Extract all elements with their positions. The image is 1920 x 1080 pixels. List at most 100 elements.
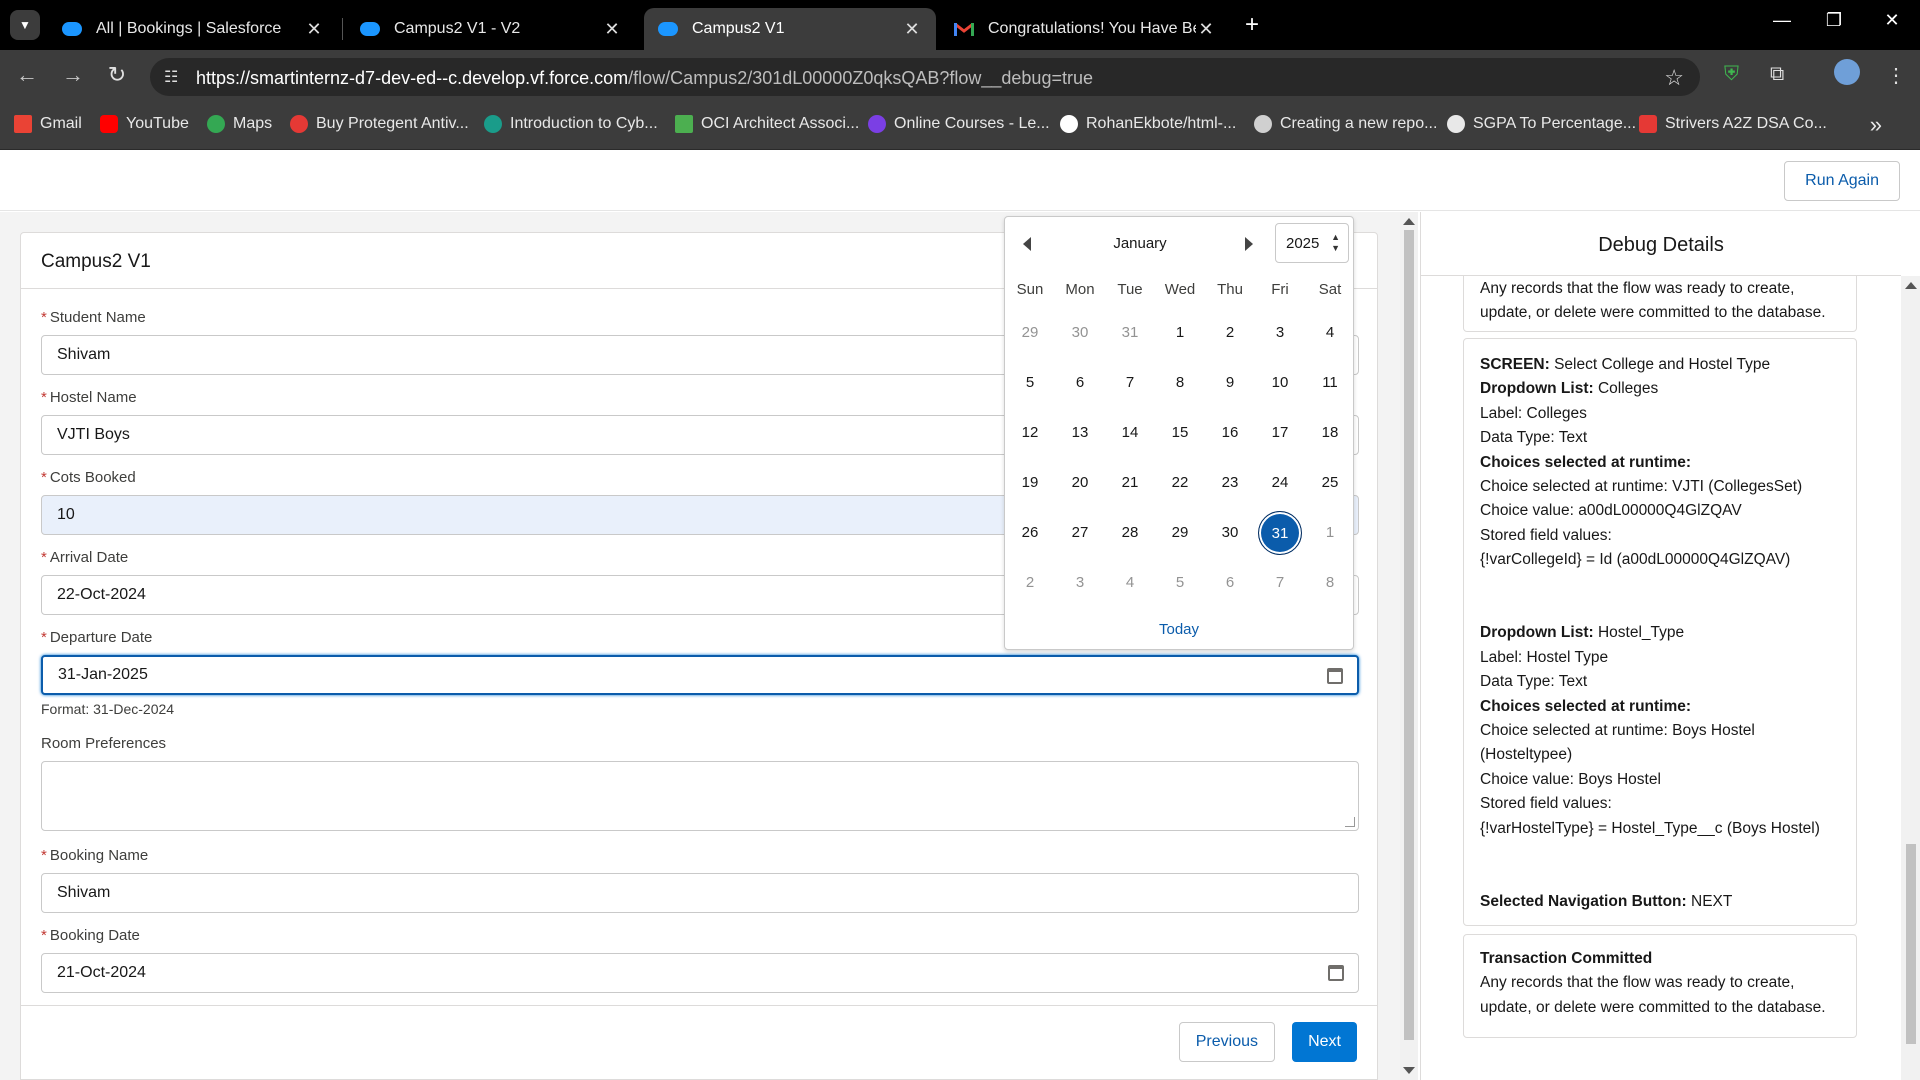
calendar-day[interactable]: 4 [1308, 311, 1352, 355]
restore-icon[interactable]: ❐ [1814, 10, 1854, 31]
extensions-puzzle-icon[interactable]: ⧉ [1770, 63, 1784, 86]
calendar-day[interactable]: 27 [1058, 511, 1102, 555]
shield-extension-icon[interactable]: ⛨ [1724, 63, 1739, 86]
calendar-day[interactable]: 18 [1308, 411, 1352, 455]
calendar-day[interactable]: 13 [1058, 411, 1102, 455]
resize-handle-icon[interactable] [1345, 817, 1355, 827]
calendar-day[interactable]: 17 [1258, 411, 1302, 455]
calendar-icon[interactable] [1328, 965, 1344, 981]
forward-arrow-icon[interactable]: → [58, 62, 88, 88]
calendar-day[interactable]: 31 [1108, 311, 1152, 355]
tab-search-button[interactable]: ▼ [10, 10, 40, 40]
calendar-day[interactable]: 2 [1008, 561, 1052, 605]
calendar-day[interactable]: 26 [1008, 511, 1052, 555]
scrollbar-thumb[interactable] [1906, 844, 1916, 1044]
scroll-up-icon[interactable] [1905, 282, 1917, 289]
reload-icon[interactable]: ↻ [102, 62, 132, 88]
bookmark-sgpa[interactable]: SGPA To Percentage... [1447, 115, 1636, 133]
close-tab-icon[interactable]: ✕ [1196, 19, 1216, 40]
browser-tab[interactable]: Congratulations! You Have Been ✕ [940, 8, 1230, 50]
calendar-day[interactable]: 6 [1208, 561, 1252, 605]
calendar-day[interactable]: 11 [1308, 361, 1352, 405]
bookmark-online-courses[interactable]: Online Courses - Le... [868, 115, 1050, 133]
calendar-day[interactable]: 8 [1158, 361, 1202, 405]
bookmark-youtube[interactable]: YouTube [100, 115, 189, 133]
calendar-day[interactable]: 10 [1258, 361, 1302, 405]
minimize-icon[interactable]: — [1762, 10, 1802, 31]
new-tab-icon[interactable]: + [1245, 11, 1259, 39]
calendar-day[interactable]: 7 [1258, 561, 1302, 605]
year-select[interactable]: 2025 ▲ ▼ [1275, 223, 1349, 263]
scroll-up-icon[interactable] [1403, 218, 1415, 225]
calendar-day[interactable]: 20 [1058, 461, 1102, 505]
booking-date-input[interactable]: 21-Oct-2024 [41, 953, 1359, 993]
calendar-day[interactable]: 8 [1308, 561, 1352, 605]
calendar-day[interactable]: 4 [1108, 561, 1152, 605]
close-tab-icon[interactable]: ✕ [304, 19, 324, 40]
calendar-day[interactable]: 2 [1208, 311, 1252, 355]
browser-tab[interactable]: All | Bookings | Salesforce ✕ [48, 8, 338, 50]
profile-avatar[interactable] [1834, 59, 1860, 85]
calendar-day-selected[interactable]: 31 [1258, 511, 1302, 555]
calendar-day[interactable]: 19 [1008, 461, 1052, 505]
calendar-day[interactable]: 3 [1258, 311, 1302, 355]
calendar-day[interactable]: 12 [1008, 411, 1052, 455]
bookmark-maps[interactable]: Maps [207, 115, 272, 133]
back-arrow-icon[interactable]: ← [12, 62, 42, 88]
site-info-icon[interactable]: ☷ [164, 67, 178, 87]
calendar-day[interactable]: 22 [1158, 461, 1202, 505]
calendar-day[interactable]: 7 [1108, 361, 1152, 405]
departure-date-input[interactable]: 31-Jan-2025 [41, 655, 1359, 695]
next-button[interactable]: Next [1292, 1022, 1357, 1062]
calendar-day[interactable]: 29 [1158, 511, 1202, 555]
next-month-icon[interactable] [1245, 237, 1253, 251]
calendar-day[interactable]: 1 [1308, 511, 1352, 555]
previous-month-icon[interactable] [1023, 237, 1031, 251]
browser-tab[interactable]: Campus2 V1 - V2 ✕ [346, 8, 636, 50]
calendar-day[interactable]: 23 [1208, 461, 1252, 505]
calendar-icon[interactable] [1327, 668, 1343, 684]
calendar-day[interactable]: 9 [1208, 361, 1252, 405]
calendar-day[interactable]: 24 [1258, 461, 1302, 505]
bookmark-cyber-course[interactable]: Introduction to Cyb... [484, 115, 658, 133]
room-preferences-textarea[interactable] [41, 761, 1359, 831]
run-again-button[interactable]: Run Again [1784, 161, 1900, 201]
flow-pane-scrollbar[interactable] [1400, 212, 1418, 1080]
previous-button[interactable]: Previous [1178, 1022, 1275, 1062]
bookmark-protegent[interactable]: Buy Protegent Antiv... [290, 115, 469, 133]
scrollbar-thumb[interactable] [1404, 230, 1414, 1040]
calendar-day[interactable]: 29 [1008, 311, 1052, 355]
browser-tab-active[interactable]: Campus2 V1 ✕ [644, 8, 936, 50]
calendar-day[interactable]: 28 [1108, 511, 1152, 555]
bookmark-oci-architect[interactable]: OCI Architect Associ... [675, 115, 859, 133]
bookmark-gmail[interactable]: Gmail [14, 115, 82, 133]
calendar-day[interactable]: 30 [1058, 311, 1102, 355]
calendar-day[interactable]: 21 [1108, 461, 1152, 505]
bookmark-strivers[interactable]: Strivers A2Z DSA Co... [1639, 115, 1827, 133]
today-link[interactable]: Today [1005, 621, 1353, 638]
booking-name-input[interactable]: Shivam [41, 873, 1359, 913]
url-text[interactable]: https://smartinternz-d7-dev-ed--c.develo… [196, 68, 1093, 89]
more-menu-icon[interactable]: ⋮ [1886, 63, 1906, 88]
calendar-day[interactable]: 5 [1158, 561, 1202, 605]
spinner-icon[interactable]: ▲ ▼ [1331, 232, 1340, 254]
calendar-day[interactable]: 1 [1158, 311, 1202, 355]
calendar-day[interactable]: 30 [1208, 511, 1252, 555]
calendar-day[interactable]: 16 [1208, 411, 1252, 455]
bookmark-creating-repo[interactable]: Creating a new repo... [1254, 115, 1437, 133]
close-tab-icon[interactable]: ✕ [602, 19, 622, 40]
calendar-day[interactable]: 25 [1308, 461, 1352, 505]
address-bar[interactable]: ☷ https://smartinternz-d7-dev-ed--c.deve… [150, 58, 1700, 96]
debug-pane-scrollbar[interactable] [1901, 276, 1920, 1080]
calendar-day[interactable]: 14 [1108, 411, 1152, 455]
calendar-day[interactable]: 5 [1008, 361, 1052, 405]
more-bookmarks-icon[interactable]: » [1870, 112, 1882, 138]
calendar-day[interactable]: 15 [1158, 411, 1202, 455]
scroll-down-icon[interactable] [1403, 1067, 1415, 1074]
bookmark-github-repo[interactable]: RohanEkbote/html-... [1060, 115, 1236, 133]
close-tab-icon[interactable]: ✕ [902, 19, 922, 40]
bookmark-star-icon[interactable]: ☆ [1664, 65, 1684, 91]
close-window-icon[interactable]: ✕ [1872, 10, 1912, 31]
calendar-day[interactable]: 6 [1058, 361, 1102, 405]
calendar-day[interactable]: 3 [1058, 561, 1102, 605]
